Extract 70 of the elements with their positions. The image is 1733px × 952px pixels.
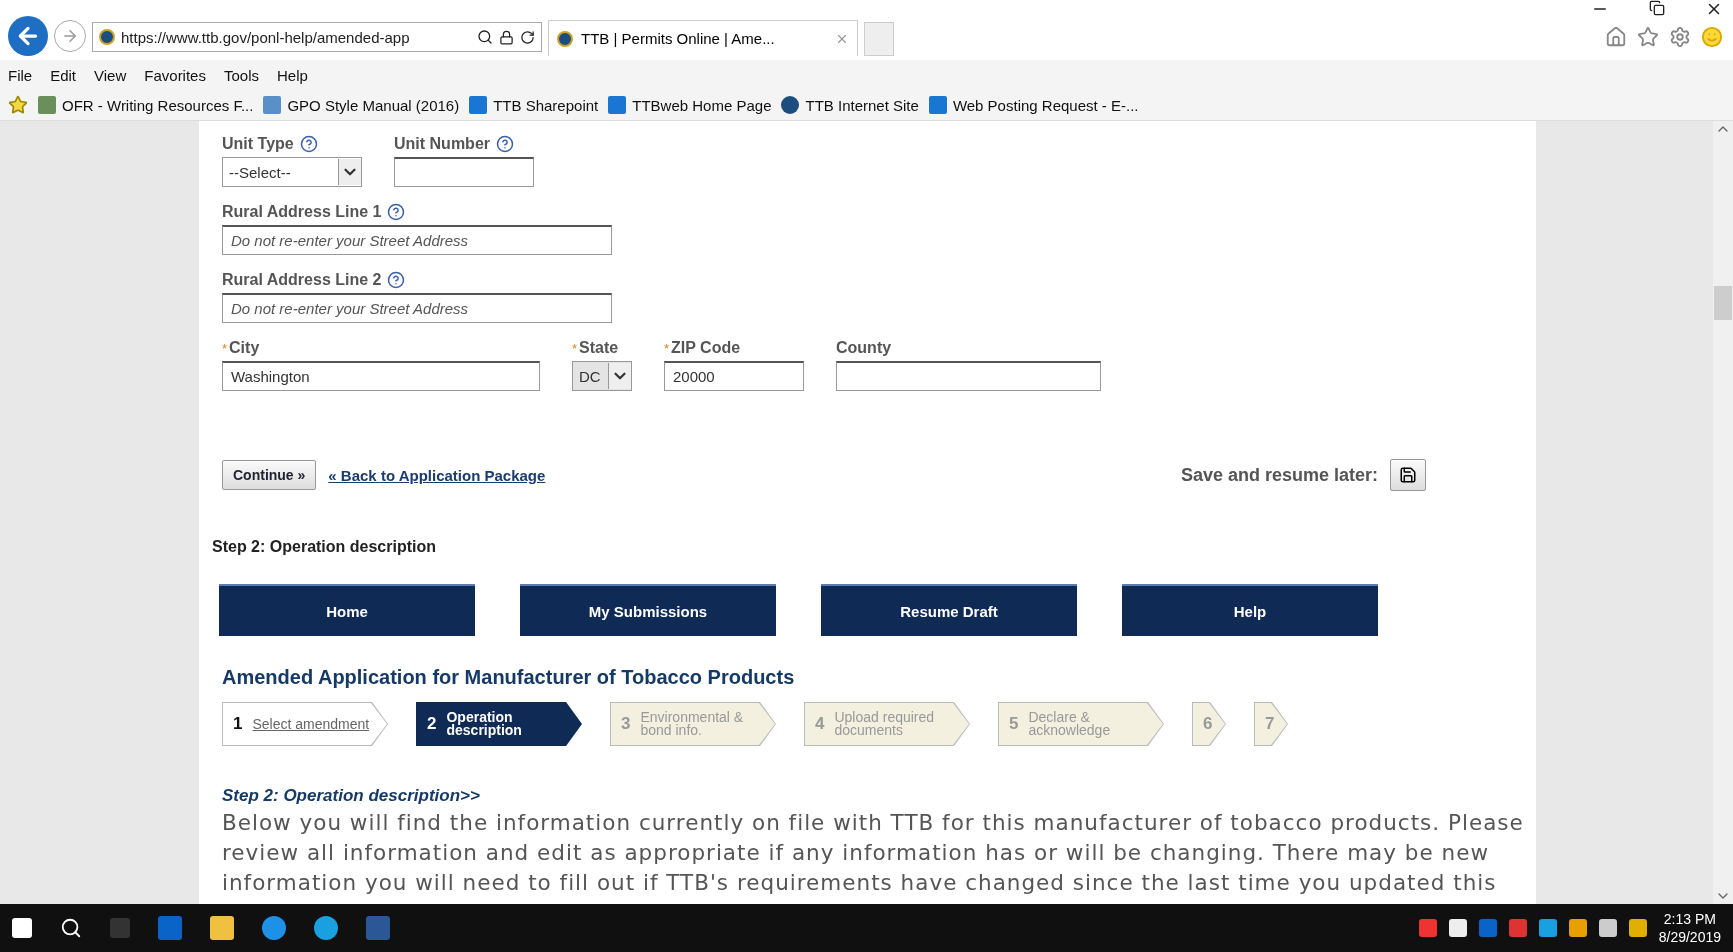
field-label: Unit Type — [222, 135, 294, 153]
input-field[interactable]: Do not re-enter your Street Address — [222, 225, 612, 255]
star-icon[interactable] — [1637, 26, 1659, 48]
favorites-star-icon[interactable] — [8, 95, 28, 115]
help-icon[interactable] — [387, 203, 406, 221]
site-icon — [99, 29, 115, 45]
favorites-link[interactable]: OFR - Writing Resources F... — [38, 96, 254, 114]
lock-icon — [499, 29, 514, 45]
nav-button[interactable]: Help — [1122, 584, 1378, 636]
favorites-link[interactable]: TTB Internet Site — [781, 96, 919, 114]
menu-item[interactable]: Favorites — [144, 66, 206, 84]
input-field[interactable] — [394, 157, 534, 187]
back-link[interactable]: « Back to Application Package — [328, 466, 546, 484]
site-icon — [557, 30, 573, 47]
refresh-icon[interactable] — [520, 29, 535, 45]
chevron-down-icon — [338, 159, 361, 185]
field-label: City — [229, 339, 260, 357]
favorites-link[interactable]: TTBweb Home Page — [608, 96, 772, 114]
browser-tab[interactable]: TTB | Permits Online | Ame... — [548, 20, 858, 56]
menu-item[interactable]: Tools — [223, 66, 259, 84]
address-bar[interactable]: https://www.ttb.gov/ponl-help/amended-app — [92, 22, 542, 52]
field-label: Rural Address Line 2 — [222, 271, 382, 289]
scrollbar-thumb[interactable] — [1714, 285, 1732, 320]
menu-item[interactable]: View — [94, 66, 127, 84]
input-field[interactable]: Washington — [222, 361, 540, 391]
wizard-step[interactable]: 1 Select amendment — [222, 702, 388, 746]
restore-icon[interactable] — [1649, 0, 1665, 16]
menu-item[interactable]: File — [8, 66, 33, 84]
search-icon[interactable] — [477, 29, 493, 45]
help-icon[interactable] — [387, 271, 406, 289]
home-icon[interactable] — [1605, 26, 1627, 48]
input-field[interactable]: 20000 — [664, 361, 804, 391]
chevron-down-icon — [608, 363, 631, 389]
save-label: Save and resume later: — [1180, 464, 1378, 486]
favorites-link[interactable]: TTB Sharepoint — [469, 96, 599, 114]
arrow-right-icon — [61, 27, 79, 45]
continue-button[interactable]: Continue » — [222, 460, 317, 490]
wizard-step: 7 — [1254, 702, 1288, 746]
scrollbar[interactable] — [1713, 121, 1733, 904]
required-asterisk: * — [664, 340, 670, 356]
field-label: State — [579, 339, 619, 357]
nav-button[interactable]: My Submissions — [520, 584, 776, 636]
step-caption: Step 2: Operation description — [212, 538, 438, 556]
settings-icon[interactable] — [1669, 26, 1691, 48]
select-field[interactable]: --Select-- — [222, 157, 362, 187]
save-icon — [1399, 466, 1417, 484]
back-button[interactable] — [8, 16, 48, 56]
favorites-link[interactable]: GPO Style Manual (2016) — [263, 96, 460, 114]
required-asterisk: * — [572, 340, 578, 356]
wizard-step: 6 — [1192, 702, 1226, 746]
save-button[interactable] — [1390, 459, 1426, 491]
field-label: ZIP Code — [671, 339, 741, 357]
nav-button[interactable]: Resume Draft — [821, 584, 1077, 636]
field-label: Unit Number — [394, 135, 490, 153]
help-icon[interactable] — [496, 135, 514, 153]
menu-item[interactable]: Edit — [50, 66, 77, 84]
intro-paragraph: Below you will find the information currently on file with TTB for this manufacturer of tobacco products. Please review all information and edit as appropriate if any information has or will be changing. There may be new information you will need to fill out if TTB's requirements have changed since the last time you updated this — [222, 809, 1525, 897]
required-asterisk: * — [222, 340, 228, 356]
clock[interactable]: 2:13 PM 8/29/2019 — [1658, 910, 1721, 946]
favorites-link[interactable]: Web Posting Request - E-... — [928, 96, 1139, 114]
search-icon[interactable] — [60, 917, 82, 939]
field-label: Rural Address Line 1 — [222, 203, 382, 221]
help-icon[interactable] — [299, 135, 318, 153]
nav-button[interactable]: Home — [219, 584, 475, 636]
input-field[interactable]: Do not re-enter your Street Address — [222, 293, 612, 323]
input-field[interactable] — [836, 361, 1101, 391]
menu-item[interactable]: Help — [277, 66, 308, 84]
application-title: Amended Application for Manufacturer of Tobacco Products — [222, 666, 796, 689]
section-heading: Step 2: Operation description>> — [222, 786, 481, 806]
field-label: County — [836, 339, 892, 357]
